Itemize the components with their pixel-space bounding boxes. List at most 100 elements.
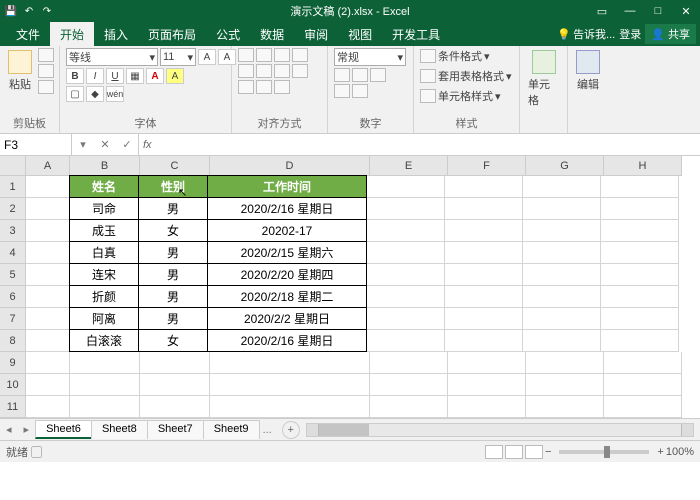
cell[interactable] — [523, 286, 601, 308]
sheet-tab[interactable]: Sheet9 — [203, 420, 260, 439]
cell[interactable] — [370, 352, 448, 374]
column-header[interactable]: A — [26, 156, 70, 176]
cell[interactable]: 成玉 — [69, 219, 139, 242]
align-right-icon[interactable] — [274, 64, 290, 78]
cell[interactable] — [140, 352, 210, 374]
cell[interactable]: 男 — [138, 307, 208, 330]
column-header[interactable]: E — [370, 156, 448, 176]
cell[interactable] — [526, 396, 604, 418]
cell[interactable] — [367, 220, 445, 242]
row-header[interactable]: 5 — [0, 264, 26, 286]
cell[interactable]: 女 — [138, 219, 208, 242]
cell[interactable] — [26, 264, 70, 286]
column-header[interactable]: D — [210, 156, 370, 176]
cell[interactable] — [601, 198, 679, 220]
horizontal-scrollbar[interactable] — [306, 423, 694, 437]
cell[interactable] — [604, 374, 682, 396]
cell[interactable] — [523, 308, 601, 330]
decrease-indent-icon[interactable] — [238, 80, 254, 94]
cell[interactable] — [523, 176, 601, 198]
cell[interactable] — [370, 374, 448, 396]
font-name-select[interactable]: 等线▾ — [66, 48, 158, 66]
cell[interactable] — [367, 198, 445, 220]
column-header[interactable]: F — [448, 156, 526, 176]
cell[interactable]: 2020/2/18 星期二 — [207, 285, 367, 308]
fill-icon[interactable]: ◆ — [86, 86, 104, 102]
scroll-left-icon[interactable] — [307, 424, 319, 436]
cell[interactable] — [445, 198, 523, 220]
cell[interactable]: 2020/2/15 星期六 — [207, 241, 367, 264]
cell[interactable] — [601, 220, 679, 242]
cell[interactable] — [26, 374, 70, 396]
minimize-icon[interactable]: — — [616, 0, 644, 22]
cell[interactable] — [523, 198, 601, 220]
cell[interactable] — [448, 396, 526, 418]
cell[interactable] — [601, 242, 679, 264]
paste-button[interactable]: 粘贴 — [6, 48, 34, 94]
cell[interactable] — [70, 374, 140, 396]
format-painter-icon[interactable] — [38, 80, 54, 94]
share-button[interactable]: 👤 共享 — [645, 24, 696, 44]
cell[interactable]: 性别 — [138, 175, 208, 198]
cell[interactable] — [367, 176, 445, 198]
cell[interactable]: 白真 — [69, 241, 139, 264]
cell[interactable] — [604, 352, 682, 374]
align-top-icon[interactable] — [238, 48, 254, 62]
row-header[interactable]: 3 — [0, 220, 26, 242]
cell[interactable]: 2020/2/20 星期四 — [207, 263, 367, 286]
cut-icon[interactable] — [38, 48, 54, 62]
sheet-nav-prev-icon[interactable]: ◂ — [0, 423, 18, 436]
zoom-in-button[interactable]: + — [657, 446, 663, 458]
cell[interactable] — [26, 198, 70, 220]
align-middle-icon[interactable] — [256, 48, 272, 62]
login-button[interactable]: 登录 — [619, 26, 641, 42]
cell[interactable] — [445, 286, 523, 308]
cell[interactable] — [601, 286, 679, 308]
sheet-tab[interactable]: Sheet6 — [35, 420, 92, 439]
select-all-corner[interactable] — [0, 156, 26, 176]
cell[interactable] — [26, 286, 70, 308]
format-as-table-button[interactable]: 套用表格格式▾ — [420, 68, 512, 84]
cell[interactable]: 2020/2/16 星期日 — [207, 197, 367, 220]
comma-icon[interactable] — [370, 68, 386, 82]
row-header[interactable]: 2 — [0, 198, 26, 220]
cell[interactable]: 折颜 — [69, 285, 139, 308]
ribbon-min-icon[interactable]: ▭ — [588, 0, 616, 22]
cell[interactable] — [601, 330, 679, 352]
cell[interactable] — [26, 308, 70, 330]
cell[interactable]: 姓名 — [69, 175, 139, 198]
cell[interactable] — [26, 242, 70, 264]
column-header[interactable]: H — [604, 156, 682, 176]
row-header[interactable]: 7 — [0, 308, 26, 330]
page-layout-view-icon[interactable] — [505, 445, 523, 459]
column-header[interactable]: G — [526, 156, 604, 176]
cell[interactable] — [601, 176, 679, 198]
align-left-icon[interactable] — [238, 64, 254, 78]
row-header[interactable]: 9 — [0, 352, 26, 374]
cell[interactable] — [370, 396, 448, 418]
increase-font-icon[interactable]: A — [198, 49, 216, 65]
cell[interactable] — [26, 330, 70, 352]
cell[interactable] — [523, 242, 601, 264]
cell[interactable] — [445, 330, 523, 352]
name-box[interactable]: F3 — [0, 134, 72, 155]
conditional-format-button[interactable]: 条件格式▾ — [420, 48, 490, 64]
cell[interactable]: 男 — [138, 285, 208, 308]
row-header[interactable]: 10 — [0, 374, 26, 396]
tab-data[interactable]: 数据 — [250, 22, 294, 46]
worksheet-grid[interactable]: ABCDEFGH 1234567891011 姓名性别工作时间司命男2020/2… — [0, 156, 700, 418]
cell[interactable] — [26, 220, 70, 242]
cell[interactable] — [26, 352, 70, 374]
cell[interactable] — [445, 220, 523, 242]
cell[interactable] — [140, 374, 210, 396]
maximize-icon[interactable]: □ — [644, 0, 672, 22]
cell[interactable] — [523, 330, 601, 352]
cell[interactable] — [367, 308, 445, 330]
underline-button[interactable]: U — [106, 68, 124, 84]
cell[interactable] — [526, 352, 604, 374]
cells-button[interactable]: 单元格 — [526, 48, 561, 110]
cell[interactable]: 男 — [138, 241, 208, 264]
cell[interactable] — [448, 374, 526, 396]
orientation-icon[interactable] — [292, 48, 308, 62]
cell-styles-button[interactable]: 单元格样式▾ — [420, 88, 501, 104]
